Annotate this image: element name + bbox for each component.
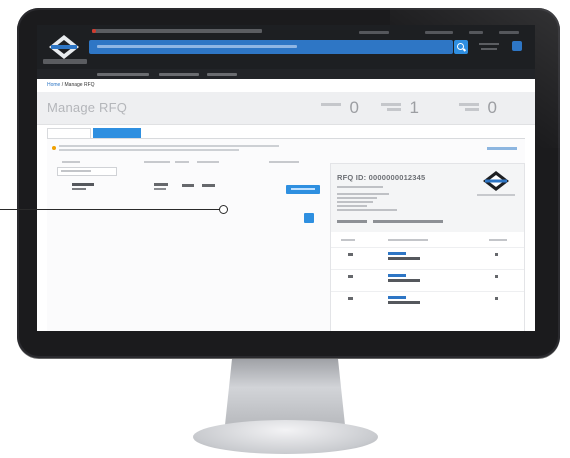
search-icon[interactable]	[454, 40, 468, 54]
stat-value: 0	[487, 98, 497, 117]
rfq-sub	[72, 188, 86, 190]
search-placeholder	[97, 45, 297, 48]
rfq-content: RFQ ID: 0000000012345	[47, 138, 525, 331]
rfq-date	[154, 183, 168, 186]
part-number-link[interactable]	[388, 296, 406, 299]
tab-closed-rfqs[interactable]	[93, 128, 141, 138]
category-nav	[37, 69, 535, 79]
rfq-detail-header: RFQ ID: 0000000012345	[331, 164, 524, 232]
monitor-screen: Home / Manage RFQ Manage RFQ 0 1 0 RFQ I…	[37, 25, 535, 331]
monitor-stand-neck	[225, 357, 345, 425]
list-item[interactable]	[331, 291, 524, 314]
rfq-filter-select[interactable]	[57, 167, 117, 176]
column-header[interactable]	[144, 161, 170, 163]
stat-pending: 0	[287, 97, 363, 119]
callout-line	[0, 209, 222, 210]
rfq-expiry	[202, 184, 215, 187]
header-info-strip	[92, 29, 262, 33]
header-link[interactable]	[359, 31, 389, 34]
search-input[interactable]	[89, 40, 453, 54]
stat-quoted: 1	[367, 97, 423, 119]
stat-value: 1	[409, 98, 419, 117]
part-number-link[interactable]	[388, 274, 406, 277]
view-quote-button[interactable]	[286, 185, 320, 194]
cart-icon[interactable]	[512, 41, 522, 51]
breadcrumb: Home / Manage RFQ	[47, 82, 95, 90]
tab-open-rfqs[interactable]	[47, 128, 91, 138]
header-link[interactable]	[425, 31, 453, 34]
nav-item[interactable]	[207, 73, 237, 76]
brand-logo-icon	[483, 171, 509, 191]
warning-icon	[52, 146, 56, 150]
nav-item[interactable]	[159, 73, 199, 76]
column-header	[341, 239, 355, 241]
header-link[interactable]	[469, 31, 483, 34]
callout-marker	[219, 205, 228, 214]
list-item[interactable]	[331, 247, 524, 270]
info-notice	[52, 144, 312, 153]
list-item[interactable]	[331, 269, 524, 292]
column-header	[388, 239, 428, 241]
column-header[interactable]	[62, 161, 80, 163]
account-menu[interactable]	[479, 43, 499, 53]
column-header[interactable]	[197, 161, 219, 163]
breadcrumb-separator: /	[61, 82, 64, 88]
breadcrumb-home[interactable]: Home	[47, 82, 60, 88]
site-header	[37, 25, 535, 69]
page-header: Manage RFQ 0 1 0	[37, 92, 535, 125]
nav-item[interactable]	[97, 73, 149, 76]
pagination-page[interactable]	[304, 213, 314, 223]
rfq-id: RFQ ID: 0000000012345	[337, 173, 426, 182]
column-header	[489, 239, 507, 241]
expand-all-link[interactable]	[487, 147, 517, 150]
breadcrumb-current: Manage RFQ	[64, 82, 95, 88]
rfq-detail-panel: RFQ ID: 0000000012345	[330, 163, 525, 331]
stat-value: 0	[349, 98, 359, 117]
monitor-stand-base	[193, 420, 378, 454]
column-header[interactable]	[175, 161, 189, 163]
rfq-status	[182, 184, 194, 187]
rfq-time	[154, 188, 166, 190]
brand-logo-icon[interactable]	[46, 32, 82, 62]
part-number-link[interactable]	[388, 252, 406, 255]
column-header[interactable]	[269, 161, 299, 163]
brand-tagline	[43, 59, 87, 64]
page-title: Manage RFQ	[47, 100, 128, 115]
rfq-number	[72, 183, 94, 186]
header-link[interactable]	[499, 31, 519, 34]
stat-expired: 0	[449, 97, 501, 119]
